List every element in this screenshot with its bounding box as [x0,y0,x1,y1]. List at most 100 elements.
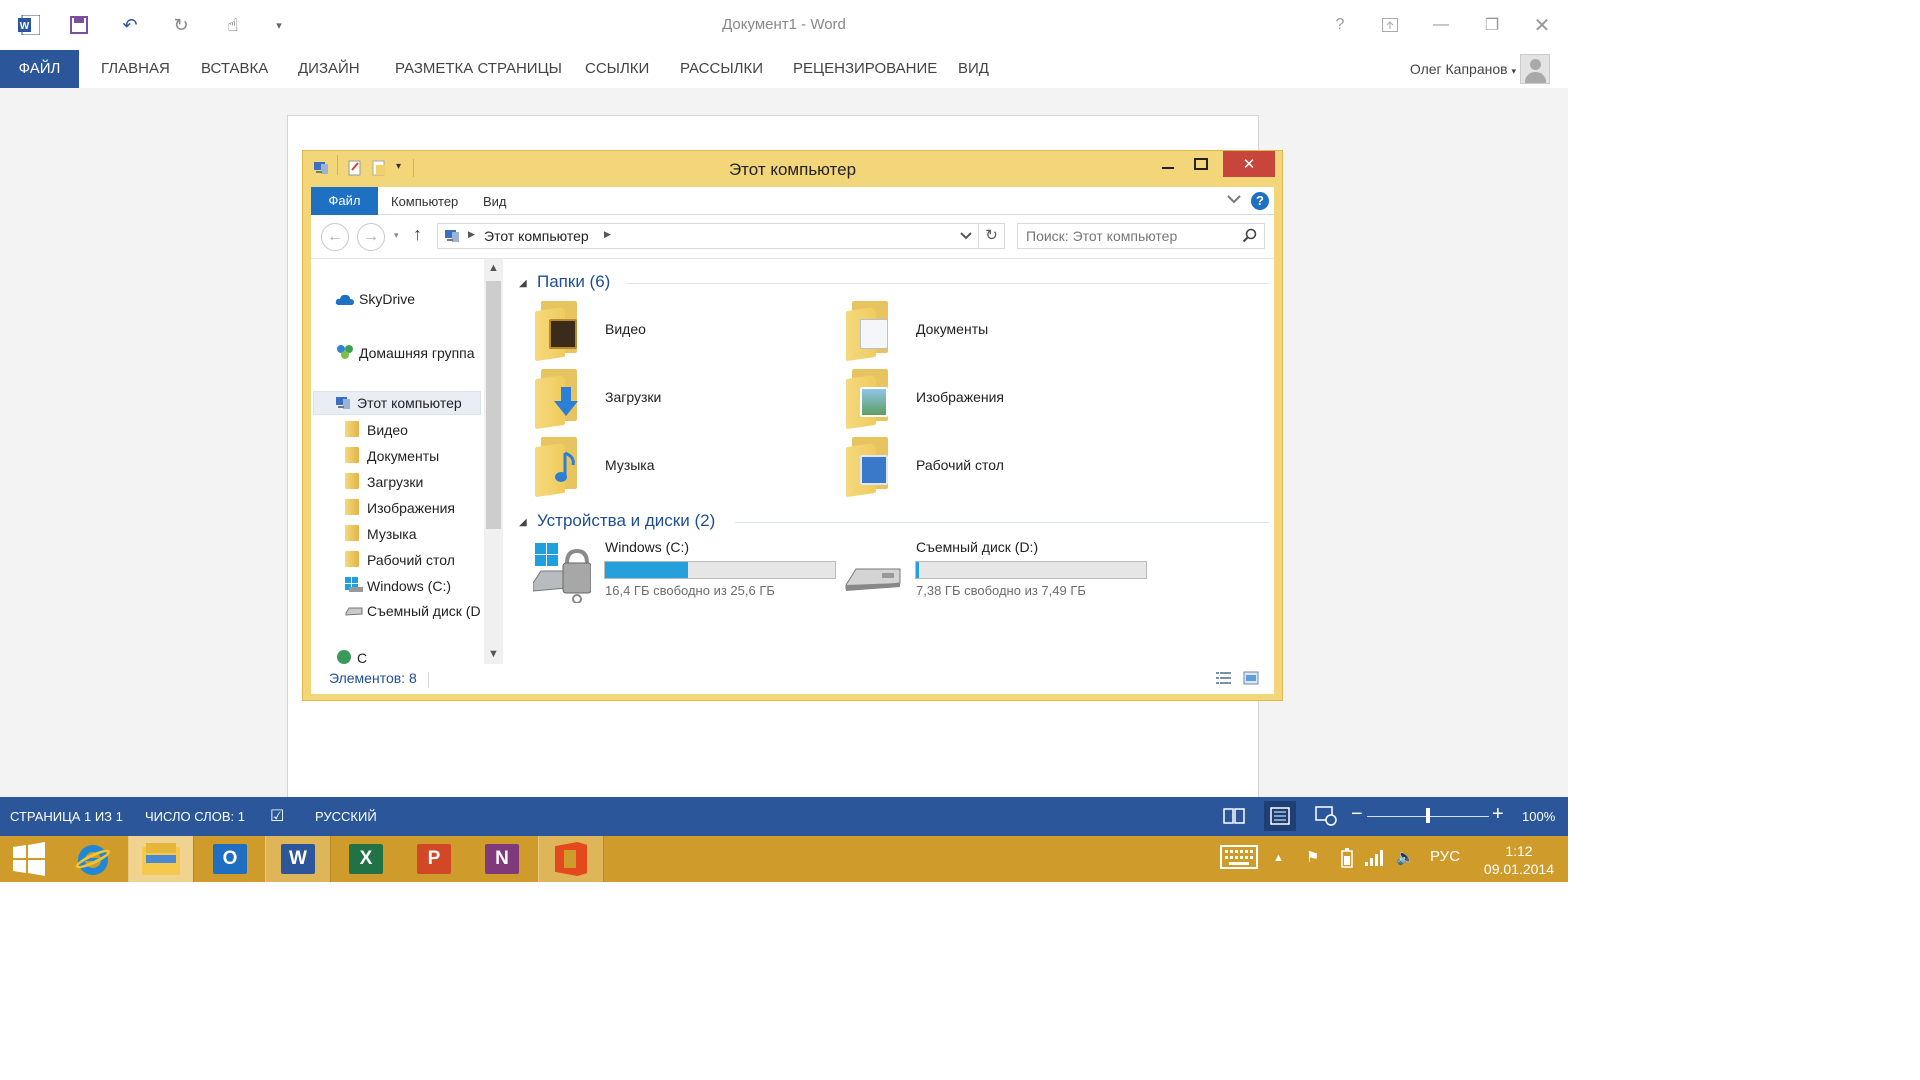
breadcrumb-arrow-icon[interactable]: ▶ [468,229,475,240]
collapse-group-icon[interactable]: ◢ [519,278,527,289]
scroll-down-icon[interactable]: ▼ [488,648,499,660]
expand-ribbon-icon[interactable] [1227,191,1241,207]
taskbar-internet-explorer[interactable] [60,836,126,882]
back-icon[interactable]: ← [321,223,349,251]
tab-insert[interactable]: ВСТАВКА [201,50,268,88]
input-language[interactable]: РУС [1430,848,1460,865]
print-layout-icon[interactable] [1264,801,1296,831]
explorer-title-bar[interactable]: ▾ Этот компьютер ✕ [303,151,1282,187]
nav-item-documents[interactable]: Документы [345,447,439,464]
folder-tile-downloads[interactable]: Загрузки [529,367,819,431]
onenote-icon: N [485,844,519,874]
search-input[interactable] [1018,224,1238,248]
group-header-folders[interactable]: Папки (6) [537,272,610,292]
zoom-level[interactable]: 100% [1522,809,1555,824]
drive-tile-d[interactable]: Съемный диск (D:) 7,38 ГБ свободно из 7,… [840,539,1147,605]
nav-item-network[interactable]: С [335,649,367,664]
minimize-icon[interactable]: — [1428,12,1454,38]
scrollbar-thumb[interactable] [486,281,501,529]
nav-item-label: Музыка [367,526,417,542]
search-icon[interactable] [1242,228,1257,248]
tab-mailings[interactable]: РАССЫЛКИ [680,50,763,88]
nav-item-downloads[interactable]: Загрузки [345,473,423,490]
recent-locations-icon[interactable]: ▾ [394,230,399,241]
tab-references[interactable]: ССЫЛКИ [585,50,649,88]
group-header-drives[interactable]: Устройства и диски (2) [537,511,715,531]
forward-icon[interactable]: → [357,223,385,251]
nav-item-drive-d[interactable]: Съемный диск (D [345,603,481,620]
large-icons-view-icon[interactable] [1243,670,1259,691]
word-count[interactable]: ЧИСЛО СЛОВ: 1 [145,809,245,824]
touch-keyboard-icon[interactable] [1220,845,1258,873]
page-count[interactable]: СТРАНИЦА 1 ИЗ 1 [10,809,123,824]
taskbar-office[interactable] [538,836,604,882]
documents-folder-icon [345,447,359,463]
tab-computer[interactable]: Компьютер [391,187,458,215]
help-button[interactable]: ? [1327,12,1353,38]
nav-item-drive-c[interactable]: Windows (C:) [345,577,451,596]
ribbon-display-options-icon[interactable] [1377,12,1403,38]
nav-item-homegroup[interactable]: Домашняя группа [335,344,475,363]
pictures-folder-icon [846,369,892,430]
volume-icon[interactable]: 🔈 [1396,848,1415,866]
read-mode-icon[interactable] [1218,801,1250,831]
nav-item-pictures[interactable]: Изображения [345,499,455,516]
tab-view[interactable]: Вид [483,187,507,215]
tab-file[interactable]: ФАЙЛ [0,50,79,88]
battery-icon[interactable] [1341,848,1353,872]
nav-item-label: Видео [367,422,408,438]
tab-design[interactable]: ДИЗАЙН [298,50,360,88]
restore-icon[interactable]: ❐ [1479,12,1505,38]
folder-tile-music[interactable]: Музыка [529,435,819,499]
zoom-slider-thumb[interactable] [1426,808,1430,823]
user-avatar-icon[interactable] [1520,54,1550,84]
user-account[interactable]: Олег Капранов ▾ [1410,50,1516,90]
start-button[interactable] [0,836,58,882]
close-icon[interactable]: ✕ [1529,12,1555,38]
nav-item-music[interactable]: Музыка [345,525,417,542]
address-bar[interactable]: ▶ Этот компьютер ▶ [437,223,979,249]
zoom-in-icon[interactable]: + [1492,803,1504,826]
proofing-icon[interactable]: ☑ [270,806,284,826]
refresh-icon[interactable]: ↻ [979,223,1005,249]
system-clock[interactable]: 1:12 09.01.2014 [1484,842,1554,878]
taskbar-onenote[interactable]: N [469,836,535,882]
action-center-flag-icon[interactable]: ⚑ [1306,848,1319,866]
up-icon[interactable]: ↑ [413,224,422,245]
folder-tile-desktop[interactable]: Рабочий стол [840,435,1130,499]
zoom-out-icon[interactable]: − [1351,803,1363,826]
scroll-up-icon[interactable]: ▲ [488,262,499,274]
tab-file[interactable]: Файл [311,187,378,215]
folder-tile-documents[interactable]: Документы [840,299,1130,363]
taskbar-word[interactable]: W [265,836,331,882]
nav-item-skydrive[interactable]: SkyDrive [335,291,415,309]
search-box[interactable] [1017,223,1265,249]
taskbar-excel[interactable]: X [333,836,399,882]
folder-tile-pictures[interactable]: Изображения [840,367,1130,431]
drive-tile-c[interactable]: Windows (C:) 16,4 ГБ свободно из 25,6 ГБ [529,539,836,605]
breadcrumb-arrow-icon[interactable]: ▶ [604,229,611,240]
collapse-group-icon[interactable]: ◢ [519,517,527,528]
chevron-down-icon[interactable] [960,227,972,248]
nav-item-desktop[interactable]: Рабочий стол [345,551,455,568]
signal-strength-icon[interactable] [1364,848,1384,870]
details-view-icon[interactable] [1215,670,1233,691]
nav-item-this-pc[interactable]: Этот компьютер [335,395,462,413]
web-layout-icon[interactable] [1310,801,1342,831]
navigation-scrollbar[interactable]: ▲ ▼ [484,259,503,664]
tab-review[interactable]: РЕЦЕНЗИРОВАНИЕ [793,50,937,88]
help-icon[interactable]: ? [1251,192,1269,210]
nav-item-videos[interactable]: Видео [345,421,408,438]
taskbar-outlook[interactable]: O [197,836,263,882]
breadcrumb-this-pc[interactable]: Этот компьютер [484,228,589,244]
taskbar-powerpoint[interactable]: P [401,836,467,882]
tab-home[interactable]: ГЛАВНАЯ [101,50,170,88]
taskbar-file-explorer[interactable] [128,836,194,882]
tab-view[interactable]: ВИД [958,50,989,88]
language-indicator[interactable]: РУССКИЙ [315,809,377,824]
show-hidden-icons-icon[interactable]: ▲ [1273,852,1284,864]
maximize-icon[interactable] [1179,151,1223,177]
folder-tile-videos[interactable]: Видео [529,299,819,363]
close-icon[interactable]: ✕ [1223,151,1275,177]
tab-page-layout[interactable]: РАЗМЕТКА СТРАНИЦЫ [395,50,562,88]
